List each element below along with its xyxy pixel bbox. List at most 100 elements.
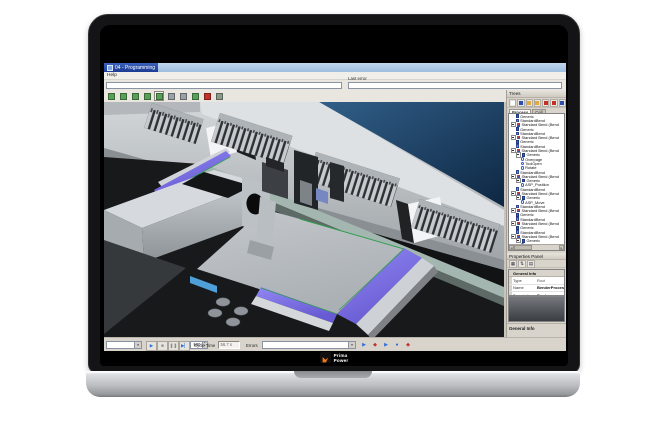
- category-label: General Info: [512, 271, 536, 276]
- property-grid-empty-area: [508, 296, 565, 322]
- rotate-view-icon[interactable]: [178, 91, 188, 101]
- simulate-icon[interactable]: [154, 91, 164, 101]
- stop-button[interactable]: ■: [157, 341, 168, 351]
- property-row[interactable]: TypeRoot: [509, 277, 564, 284]
- brand-logo: Prima Power: [100, 352, 568, 363]
- window-title: 04 - Programming: [115, 65, 155, 71]
- generic-icon: [516, 127, 520, 131]
- errors-label: Errors: [246, 343, 258, 348]
- open-part-icon[interactable]: [106, 91, 116, 101]
- show-tools-icon[interactable]: [130, 91, 140, 101]
- punch-holder-2: [330, 162, 344, 202]
- play-button[interactable]: ▶: [146, 341, 157, 351]
- import-folder-icon[interactable]: [534, 99, 541, 107]
- show-backgauge-icon[interactable]: [190, 91, 200, 101]
- property-value: BenderProcess: [537, 285, 564, 290]
- standardbend-icon: [516, 230, 520, 234]
- property-help-footer: General Info: [507, 323, 566, 337]
- record-icon[interactable]: [202, 91, 212, 101]
- expander-icon[interactable]: [516, 178, 521, 183]
- laptop-base: [86, 371, 580, 397]
- show-machine-icon[interactable]: [118, 91, 128, 101]
- brand-line1: Prima: [334, 353, 349, 358]
- pause-button[interactable]: ❚❚: [168, 341, 179, 351]
- alarm-icon[interactable]: ◆: [371, 341, 379, 349]
- tree-row[interactable]: Standard Bend (Bend: [509, 123, 564, 127]
- main-toolbar: [104, 90, 508, 102]
- errors-field[interactable]: ▾: [262, 341, 356, 349]
- open-folder-icon[interactable]: [526, 99, 533, 107]
- app-icon: [107, 65, 113, 71]
- action-icon: [521, 157, 525, 161]
- trees-panel-title: Trees: [507, 90, 566, 98]
- punch-tool: [300, 180, 312, 206]
- tree-horizontal-scrollbar[interactable]: ◂ ▸: [509, 244, 564, 250]
- export-icon[interactable]: [550, 99, 557, 107]
- speed-combobox[interactable]: ▾: [106, 341, 142, 349]
- expander-icon[interactable]: [516, 152, 521, 157]
- expander-icon[interactable]: [516, 195, 521, 200]
- laptop-screen-bezel: 04 - Programming Help Last error: [88, 14, 580, 374]
- generic-icon: [516, 226, 520, 230]
- process-tree[interactable]: GenericStandardBendStandard Bend (BendGe…: [508, 113, 565, 251]
- save-icon[interactable]: [517, 99, 524, 107]
- standardbend-icon: [516, 144, 520, 148]
- menu-help[interactable]: Help: [107, 73, 117, 78]
- standardbend-icon: [516, 170, 520, 174]
- generic-icon: [516, 140, 520, 144]
- zoom-fit-icon[interactable]: [166, 91, 176, 101]
- generic-icon: [516, 213, 520, 217]
- program-field[interactable]: [106, 82, 342, 89]
- standardbend-icon: [516, 119, 520, 123]
- app-window: 04 - Programming Help Last error: [104, 63, 566, 351]
- delete-icon[interactable]: [542, 99, 549, 107]
- sync-icon[interactable]: [559, 99, 566, 107]
- laptop-display: 04 - Programming Help Last error: [100, 25, 568, 366]
- alphabetical-icon[interactable]: ⇅: [518, 260, 526, 268]
- viewport-3d[interactable]: [104, 102, 504, 337]
- standardbend-icon: [516, 132, 520, 136]
- property-row[interactable]: NameBenderProcess: [509, 285, 564, 292]
- tree-row[interactable]: Standard Bend (Bend: [509, 209, 564, 213]
- prima-power-icon: [320, 352, 331, 363]
- machine-simulation-scene: [104, 102, 504, 337]
- expander-icon[interactable]: [511, 135, 516, 140]
- title-bar[interactable]: 04 - Programming: [104, 63, 566, 72]
- window-title-segment: 04 - Programming: [104, 63, 158, 72]
- cycle-time-label: Cycle Time: [194, 343, 215, 348]
- page: 04 - Programming Help Last error: [0, 0, 665, 436]
- errors-value: [263, 342, 348, 348]
- step-into-icon[interactable]: ▶: [360, 341, 368, 349]
- chevron-down-icon: ▾: [134, 342, 141, 348]
- standardbend-icon: [516, 187, 520, 191]
- property-pages-icon[interactable]: ▤: [527, 260, 535, 268]
- last-error-field[interactable]: [348, 82, 562, 89]
- tree-row[interactable]: Standard Bend (Bend: [509, 135, 564, 139]
- brand-line2: Power: [334, 358, 349, 363]
- skip-end-button[interactable]: ▶▏: [179, 341, 190, 351]
- show-sheet-icon[interactable]: [142, 91, 152, 101]
- measure-icon[interactable]: [214, 91, 224, 101]
- category-row[interactable]: General Info: [509, 270, 564, 277]
- property-grid[interactable]: General InfoTypeRootNameBenderProcessDes…: [508, 269, 565, 296]
- expander-icon[interactable]: [516, 238, 521, 243]
- expander-icon[interactable]: [511, 122, 516, 127]
- step-over-icon[interactable]: ▶: [382, 341, 390, 349]
- categorized-icon[interactable]: ▦: [509, 260, 517, 268]
- trees-toolbar: [507, 98, 566, 108]
- tree-row[interactable]: Standard Bend (Bend: [509, 221, 564, 225]
- chevron-down-icon: ▾: [348, 342, 355, 348]
- right-panel: Trees ProcessCell GenericStandardBendSta…: [506, 90, 566, 337]
- menu-bar: Help: [104, 72, 566, 80]
- new-document-icon[interactable]: [509, 99, 516, 107]
- expander-icon[interactable]: [511, 221, 516, 226]
- scroll-right-icon[interactable]: ▸: [559, 245, 564, 250]
- cycle-time-value: 56.7 s: [218, 341, 240, 349]
- clock-icon[interactable]: ●: [393, 341, 401, 349]
- standardbend-icon: [516, 217, 520, 221]
- expander-icon[interactable]: [511, 208, 516, 213]
- laptop-base-notch: [294, 371, 372, 378]
- scroll-thumb[interactable]: [514, 245, 532, 250]
- property-label: Name: [512, 285, 537, 290]
- sound-off-icon[interactable]: ◆: [404, 341, 412, 349]
